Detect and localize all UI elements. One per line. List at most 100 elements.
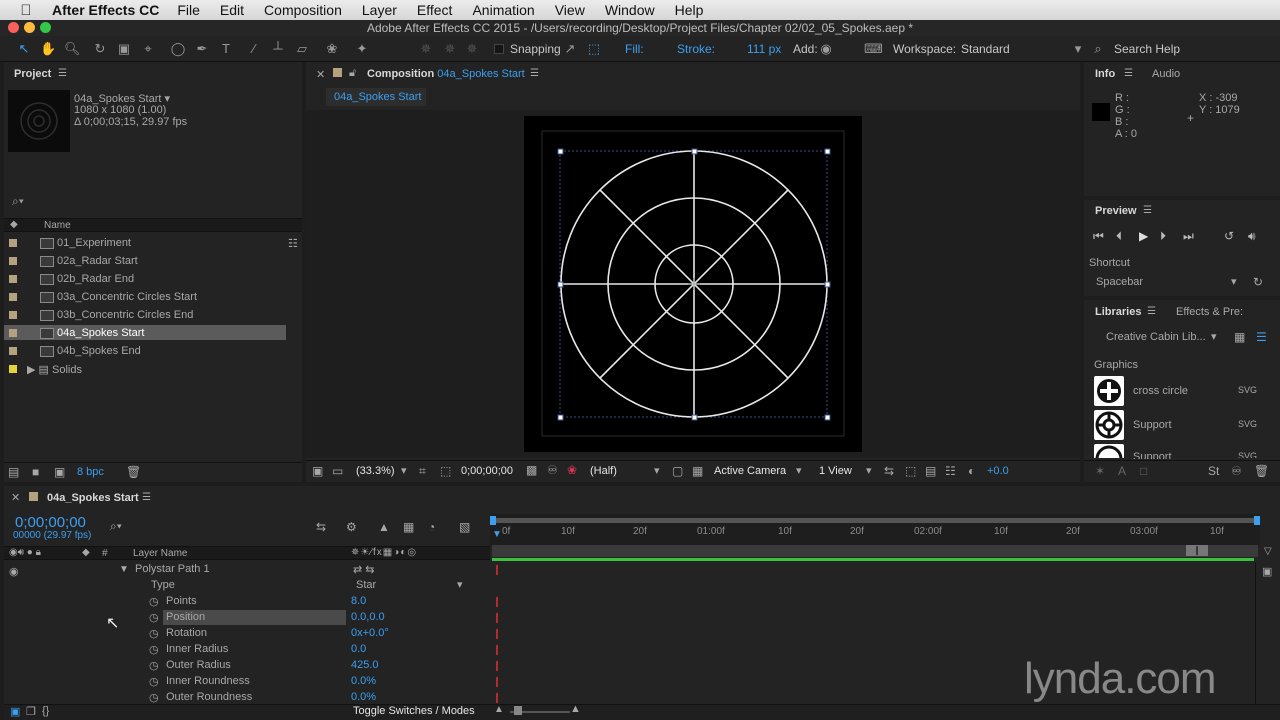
delete-library-item-icon[interactable]: 🗑︎ [1254,464,1269,478]
axis-local-icon[interactable]: ✵ [418,41,434,57]
list-view-icon[interactable]: ☰ [1256,330,1267,344]
support-thumbnail[interactable] [1094,444,1124,458]
library-chevron-down-icon[interactable]: ▾ [1211,330,1217,343]
number-column[interactable]: # [102,548,108,559]
menu-effect[interactable]: Effect [417,2,453,18]
axis-world-icon[interactable]: ✵ [442,41,458,57]
fast-previews-icon[interactable]: ⬚ [905,464,916,478]
info-menu-icon[interactable]: ☰ [1124,68,1133,79]
flowchart-view-icon[interactable]: ☷ [945,464,956,478]
menu-edit[interactable]: Edit [220,2,244,18]
shortcut-chevron-down-icon[interactable]: ▾ [1231,275,1237,288]
info-tab[interactable]: Info [1095,68,1115,80]
zoom-chevron-down-icon[interactable]: ▾ [401,464,407,477]
draft-3d-icon[interactable]: ⚙ [346,520,357,534]
last-frame-icon[interactable]: ⏭︎ [1183,229,1194,244]
workspace-dropdown[interactable]: Standard [961,42,1010,56]
snapshot-icon[interactable]: ▩ [526,463,537,477]
flowchart-icon[interactable]: ☷ [288,237,298,250]
stopwatch-icon[interactable]: ◷ [149,691,159,704]
timeline-icon[interactable]: ▤ [925,464,936,478]
visibility-eye-icon[interactable]: ◉ [9,565,19,578]
position-value[interactable]: 0.0,0.0 [351,611,385,623]
camera-tool-icon[interactable]: ▣ [116,41,132,57]
menu-window[interactable]: Window [605,2,655,18]
hand-tool-icon[interactable]: ✋ [40,41,56,57]
stopwatch-icon[interactable]: ◷ [149,611,159,624]
in-out-pane-icon[interactable]: {} [42,705,49,717]
zoom-tool-icon[interactable]: 🔍︎ [64,41,81,57]
libraries-tab[interactable]: Libraries [1095,306,1141,318]
brush-tool-icon[interactable]: ∕ [246,41,262,57]
menu-composition[interactable]: Composition [264,2,342,18]
label-column-icon[interactable]: ◆ [82,547,90,558]
stopwatch-icon[interactable]: ◷ [149,627,159,640]
outer-roundness-value[interactable]: 0.0% [351,691,376,703]
navigator-start-handle[interactable] [490,516,496,525]
effects-presets-tab[interactable]: Effects & Pre: [1176,306,1243,318]
magnification-dropdown[interactable]: (33.3%) [356,465,395,477]
path-direction-icons[interactable]: ⇄ ⇆ [353,563,375,576]
zoom-out-icon[interactable]: ▲ [494,704,504,715]
loop-icon[interactable]: ↺ [1224,229,1234,243]
axis-view-icon[interactable]: ✵ [464,41,480,57]
selection-tool-icon[interactable]: ↖ [16,41,32,57]
modes-pane-icon[interactable]: ❐ [26,705,36,718]
inner-roundness-value[interactable]: 0.0% [351,675,376,687]
transparency-grid-icon[interactable]: ▦ [692,464,703,478]
view-layout-dropdown[interactable]: 1 View [819,465,852,477]
mute-audio-icon[interactable]: 🔊︎ [1248,229,1256,244]
resolution-dropdown[interactable]: (Half) [590,465,617,477]
project-column-name[interactable]: Name [44,220,71,231]
navigator-end-handle[interactable] [1254,516,1260,525]
type-tool-icon[interactable]: T [218,41,234,57]
type-dropdown[interactable]: Star [356,579,376,591]
eraser-tool-icon[interactable]: ▱ [294,41,310,57]
safe-zones-icon[interactable]: ⌗ [419,464,426,479]
project-item[interactable]: 03b_Concentric Circles End [40,309,193,321]
new-composition-icon[interactable]: ▣ [54,465,65,479]
label-color-swatch[interactable] [9,293,17,301]
label-column-icon[interactable]: ◆ [10,219,18,230]
project-item[interactable]: 03a_Concentric Circles Start [40,291,197,303]
work-area-bar[interactable] [492,545,1258,557]
timeline-side-icon[interactable]: ▣ [1262,565,1272,578]
current-time-display[interactable]: 0;00;00;00 [461,465,513,477]
previous-frame-icon[interactable]: ⏴︎ [1116,229,1122,244]
timeline-search-icon[interactable]: ⌕▾ [110,519,122,534]
bit-depth-button[interactable]: 8 bpc [77,466,104,478]
app-menu[interactable]: After Effects CC [52,2,159,18]
av-features-icons[interactable]: ◉🔊︎ ● 🔒︎ [9,547,41,558]
ellipse-tool-icon[interactable]: ◯ [170,41,186,57]
libraries-menu-icon[interactable]: ☰ [1147,306,1156,317]
preview-panel-title[interactable]: Preview [1095,205,1137,217]
composition-panel-title[interactable]: Composition 04a_Spokes Start [367,68,525,80]
views-chevron-down-icon[interactable]: ▾ [866,464,872,477]
label-color-swatch[interactable] [9,329,17,337]
switches-column-icons[interactable]: ✵☀∕fx▦◑◐◎ [351,547,417,558]
timeline-zoom-thumb[interactable] [514,706,522,715]
menu-file[interactable]: File [177,2,200,18]
close-tab-icon[interactable]: ✕ [316,68,325,81]
play-icon[interactable]: ▶ [1139,229,1148,243]
label-color-swatch[interactable] [9,257,17,265]
layer-duration-bar[interactable] [492,558,1254,561]
outer-radius-value[interactable]: 425.0 [351,659,379,671]
composition-viewer[interactable] [306,110,1080,458]
add-menu-icon[interactable]: ◉ [818,41,834,57]
project-item[interactable]: 04b_Spokes End [40,345,141,357]
project-search-icon[interactable]: ⌕▾ [12,194,24,209]
menu-view[interactable]: View [555,2,585,18]
library-item-name[interactable]: cross circle [1133,385,1188,397]
stopwatch-icon[interactable]: ◷ [149,595,159,608]
project-item[interactable]: 02b_Radar End [40,273,134,285]
playhead-icon[interactable]: ▼ [492,529,502,540]
channel-icon[interactable]: ❀ [567,463,577,477]
project-item[interactable]: 01_Experiment [40,237,131,249]
support-thumbnail[interactable] [1094,410,1124,440]
label-color-swatch[interactable] [9,365,17,373]
menu-layer[interactable]: Layer [362,2,397,18]
preview-menu-icon[interactable]: ☰ [1143,205,1152,216]
region-of-interest-icon[interactable]: ▢ [672,464,683,478]
project-panel-title[interactable]: Project [14,68,51,80]
